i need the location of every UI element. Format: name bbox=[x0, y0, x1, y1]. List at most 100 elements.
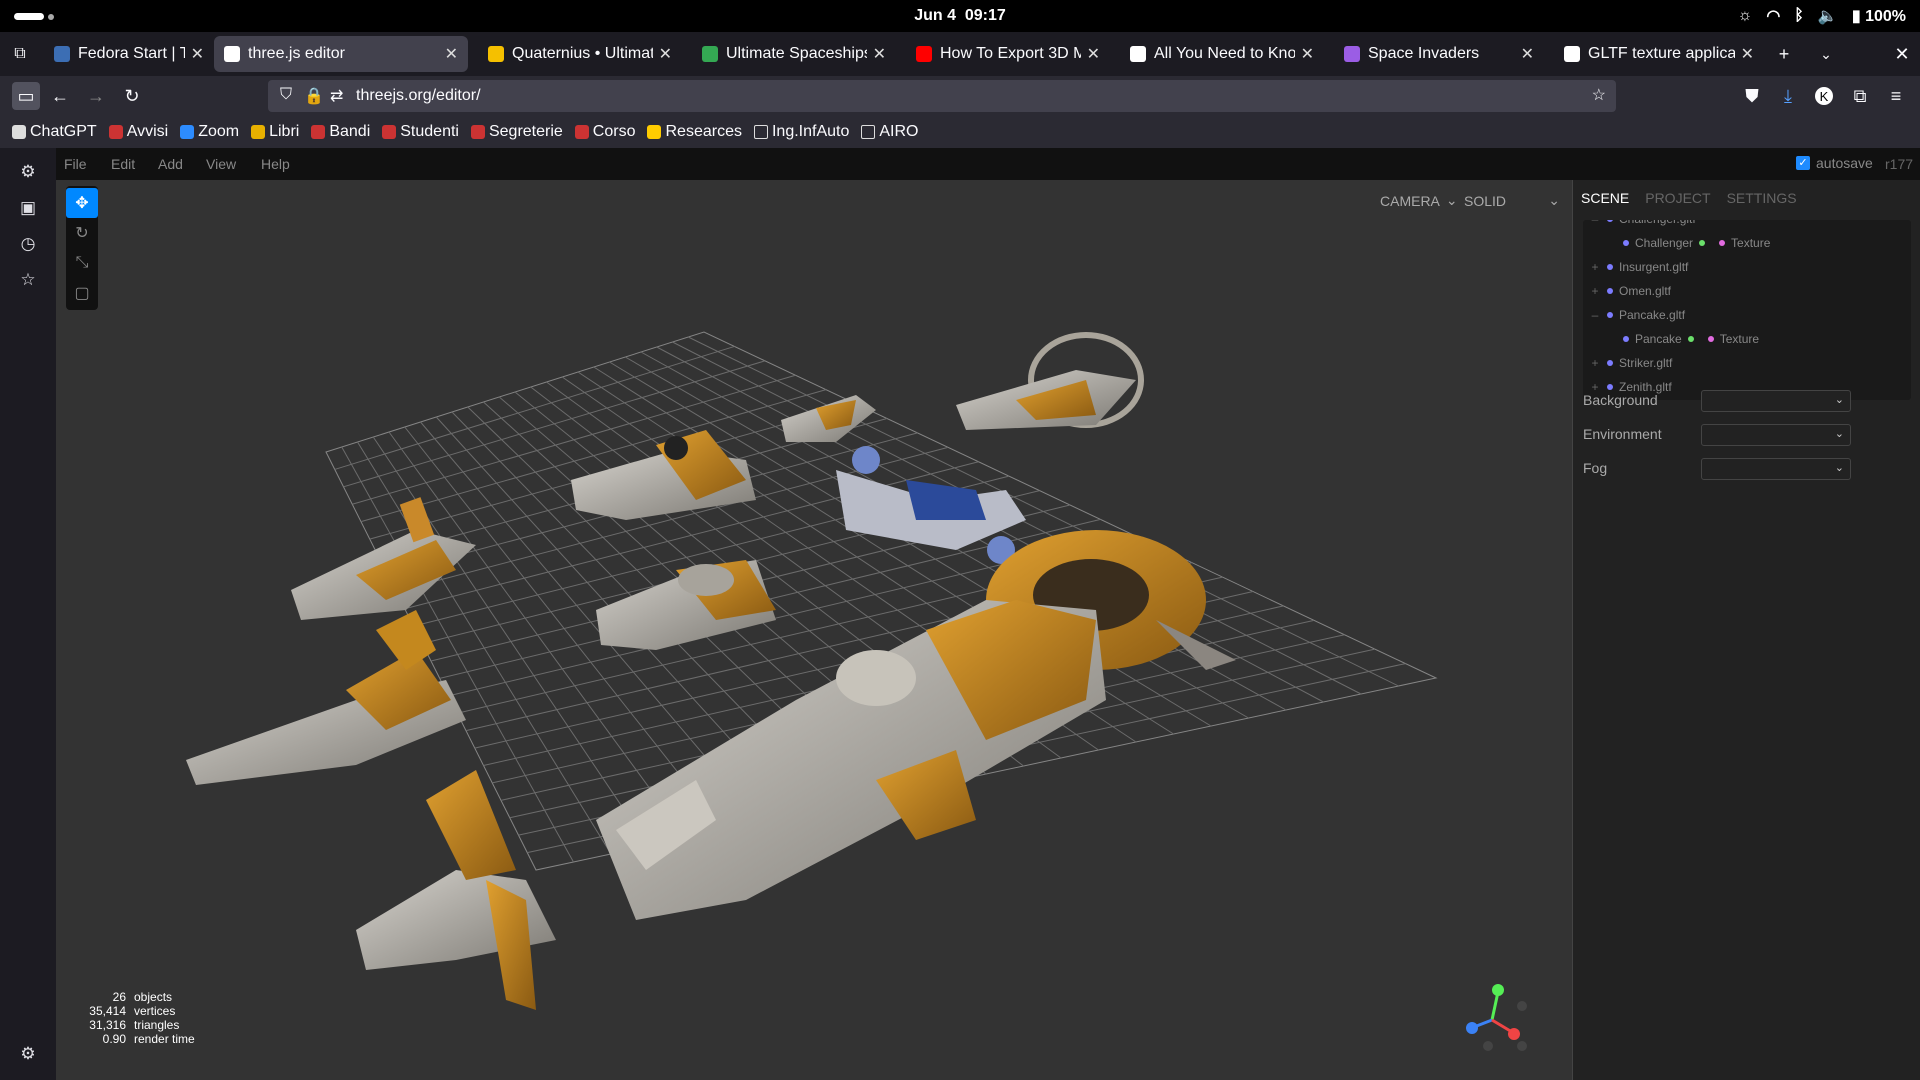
browser-tab[interactable]: How To Export 3D Mode ✕ bbox=[906, 36, 1110, 72]
spaceship-carrier[interactable] bbox=[596, 600, 1106, 920]
outliner-item[interactable]: – Pancake.gltf bbox=[1589, 304, 1685, 326]
bookmark-item[interactable]: Bandi bbox=[311, 123, 370, 141]
expand-icon[interactable]: + bbox=[1589, 356, 1601, 370]
scale-tool-icon[interactable]: ⤡ bbox=[66, 248, 98, 278]
tab-settings[interactable]: SETTINGS bbox=[1719, 180, 1805, 216]
sidebar-settings-icon[interactable]: ⚙ bbox=[18, 1044, 38, 1064]
collapse-icon[interactable]: – bbox=[1589, 220, 1601, 226]
autosave-toggle[interactable]: ✓ autosave bbox=[1796, 155, 1873, 171]
outliner-item[interactable]: + Insurgent.gltf bbox=[1589, 256, 1688, 278]
spaceship-fighter-bottom[interactable] bbox=[356, 770, 556, 1010]
autosave-checkbox[interactable]: ✓ bbox=[1796, 156, 1810, 170]
window-close-button[interactable]: ✕ bbox=[1890, 42, 1914, 66]
browser-tab[interactable]: Quaternius • Ultimate Sp ✕ bbox=[478, 36, 682, 72]
synced-tabs-icon[interactable]: ▣ bbox=[18, 198, 38, 218]
new-tab-button[interactable]: + bbox=[1772, 42, 1796, 66]
outliner-item[interactable]: – Challenger.gltf bbox=[1589, 220, 1696, 230]
bookmark-item[interactable]: Ing.InfAuto bbox=[753, 123, 849, 141]
extensions-icon[interactable]: ⧉ bbox=[1848, 84, 1872, 108]
chatgpt-icon[interactable]: ⚙ bbox=[18, 162, 38, 182]
url-text[interactable]: threejs.org/editor/ bbox=[356, 87, 481, 105]
account-avatar[interactable]: K bbox=[1815, 87, 1833, 105]
history-icon[interactable]: ◷ bbox=[18, 234, 38, 254]
camera-select[interactable]: CAMERA ⌄ bbox=[1380, 192, 1458, 209]
environment-select[interactable]: ⌄ bbox=[1701, 424, 1851, 446]
downloads-icon[interactable]: ⤓ bbox=[1776, 84, 1800, 108]
list-all-tabs-button[interactable]: ⌄ bbox=[1814, 42, 1838, 66]
tab-close-icon[interactable]: ✕ bbox=[659, 44, 672, 64]
spaceship-challenger[interactable] bbox=[571, 430, 756, 520]
browser-tab[interactable]: three.js editor ✕ bbox=[214, 36, 468, 72]
outliner-item[interactable]: + Striker.gltf bbox=[1589, 352, 1672, 374]
tab-close-icon[interactable]: ✕ bbox=[445, 44, 458, 64]
outliner-item[interactable]: + Omen.gltf bbox=[1589, 280, 1671, 302]
tab-close-icon[interactable]: ✕ bbox=[873, 44, 886, 64]
back-button[interactable]: ← bbox=[48, 84, 72, 108]
bookmark-item[interactable]: AIRO bbox=[861, 123, 918, 141]
menu-help[interactable]: Help bbox=[261, 156, 290, 172]
tab-overview-icon[interactable]: ⧉ bbox=[8, 42, 32, 66]
shield-icon[interactable]: ⛉ bbox=[280, 86, 292, 104]
browser-tab[interactable]: Space Invaders ✕ bbox=[1334, 36, 1544, 72]
permissions-icon[interactable]: ⇄ bbox=[330, 86, 343, 106]
bookmark-item[interactable]: Segreterie bbox=[470, 123, 563, 141]
menu-edit[interactable]: Edit bbox=[111, 156, 135, 172]
bookmark-item[interactable]: ChatGPT bbox=[12, 123, 97, 141]
sidebar-toggle-button[interactable]: ▭ bbox=[12, 82, 40, 110]
menu-add[interactable]: Add bbox=[158, 156, 183, 172]
spaceship-striker[interactable] bbox=[781, 395, 876, 442]
bookmark-item[interactable]: Researces bbox=[647, 123, 742, 141]
shading-select[interactable]: SOLID ⌄ bbox=[1464, 192, 1560, 209]
bookmark-item[interactable]: Corso bbox=[574, 123, 635, 141]
outliner-item[interactable]: Challenger Texture bbox=[1623, 232, 1770, 254]
browser-tab[interactable]: GLTF texture application ✕ bbox=[1554, 36, 1764, 72]
url-bar[interactable]: ⛉ 🔒 ⇄ threejs.org/editor/ ☆ bbox=[268, 80, 1616, 112]
tab-close-icon[interactable]: ✕ bbox=[1521, 44, 1534, 64]
expand-icon[interactable]: + bbox=[1589, 284, 1601, 298]
expand-icon[interactable]: + bbox=[1589, 260, 1601, 274]
bookmark-item[interactable]: Avvisi bbox=[108, 123, 168, 141]
render-info-value: 26 bbox=[112, 990, 126, 1004]
tab-close-icon[interactable]: ✕ bbox=[1741, 44, 1754, 64]
menu-hamburger-icon[interactable]: ≡ bbox=[1884, 84, 1908, 108]
3d-viewport[interactable]: ✥ ↻ ⤡ ▢ CAMERA ⌄ SOLID ⌄ 26 objects 35,414 ve… bbox=[56, 180, 1572, 1080]
reload-button[interactable]: ↻ bbox=[120, 84, 144, 108]
translate-tool-icon[interactable]: ✥ bbox=[66, 188, 98, 218]
bookmark-item[interactable]: Studenti bbox=[382, 123, 459, 141]
tab-close-icon[interactable]: ✕ bbox=[191, 44, 204, 64]
tab-close-icon[interactable]: ✕ bbox=[1301, 44, 1314, 64]
bookmark-item[interactable]: Libri bbox=[251, 123, 299, 141]
clock[interactable]: Jun 4 09:17 bbox=[0, 7, 1920, 25]
bookmarks-icon[interactable]: ☆ bbox=[18, 270, 38, 290]
bookmark-label: Bandi bbox=[329, 123, 371, 140]
spaceship-zenith[interactable] bbox=[956, 332, 1144, 430]
outliner-item[interactable]: Pancake Texture bbox=[1623, 328, 1759, 350]
background-select[interactable]: ⌄ bbox=[1701, 390, 1851, 412]
browser-tab[interactable]: All You Need to Know Al ✕ bbox=[1120, 36, 1324, 72]
rotate-tool-icon[interactable]: ↻ bbox=[66, 218, 98, 248]
fog-select[interactable]: ⌄ bbox=[1701, 458, 1851, 480]
tab-close-icon[interactable]: ✕ bbox=[1087, 44, 1100, 64]
local-space-checkbox[interactable]: ▢ bbox=[66, 278, 98, 308]
tab-project[interactable]: PROJECT bbox=[1637, 180, 1718, 216]
y-axis-handle[interactable] bbox=[1492, 984, 1504, 996]
scene-outliner[interactable]: – Challenger.gltf Challenger Texture + Insurg… bbox=[1583, 220, 1911, 400]
bookmark-star-icon[interactable]: ☆ bbox=[1592, 85, 1606, 105]
view-helper-gizmo[interactable] bbox=[1462, 980, 1542, 1060]
spaceship-fighter-left[interactable] bbox=[186, 610, 466, 785]
collapse-icon[interactable]: – bbox=[1589, 308, 1601, 322]
system-tray[interactable]: ☼ ◠ ᛒ 🔈 ▮ 100% bbox=[1738, 6, 1906, 26]
pocket-icon[interactable]: ⛊ bbox=[1740, 84, 1764, 108]
menu-file[interactable]: File bbox=[64, 156, 87, 172]
tab-scene[interactable]: SCENE bbox=[1573, 180, 1638, 216]
bookmark-item[interactable]: Zoom bbox=[180, 123, 239, 141]
lock-icon[interactable]: 🔒 bbox=[304, 86, 324, 106]
forward-button[interactable]: → bbox=[84, 84, 108, 108]
x-axis-handle[interactable] bbox=[1508, 1028, 1520, 1040]
z-axis-handle[interactable] bbox=[1466, 1022, 1478, 1034]
menu-view[interactable]: View bbox=[206, 156, 236, 172]
scene-render[interactable] bbox=[56, 180, 1572, 1080]
spaceship-omen[interactable] bbox=[836, 446, 1026, 564]
browser-tab[interactable]: Fedora Start | The Fedora ✕ bbox=[44, 36, 214, 72]
browser-tab[interactable]: Ultimate Spaceships - M ✕ bbox=[692, 36, 896, 72]
